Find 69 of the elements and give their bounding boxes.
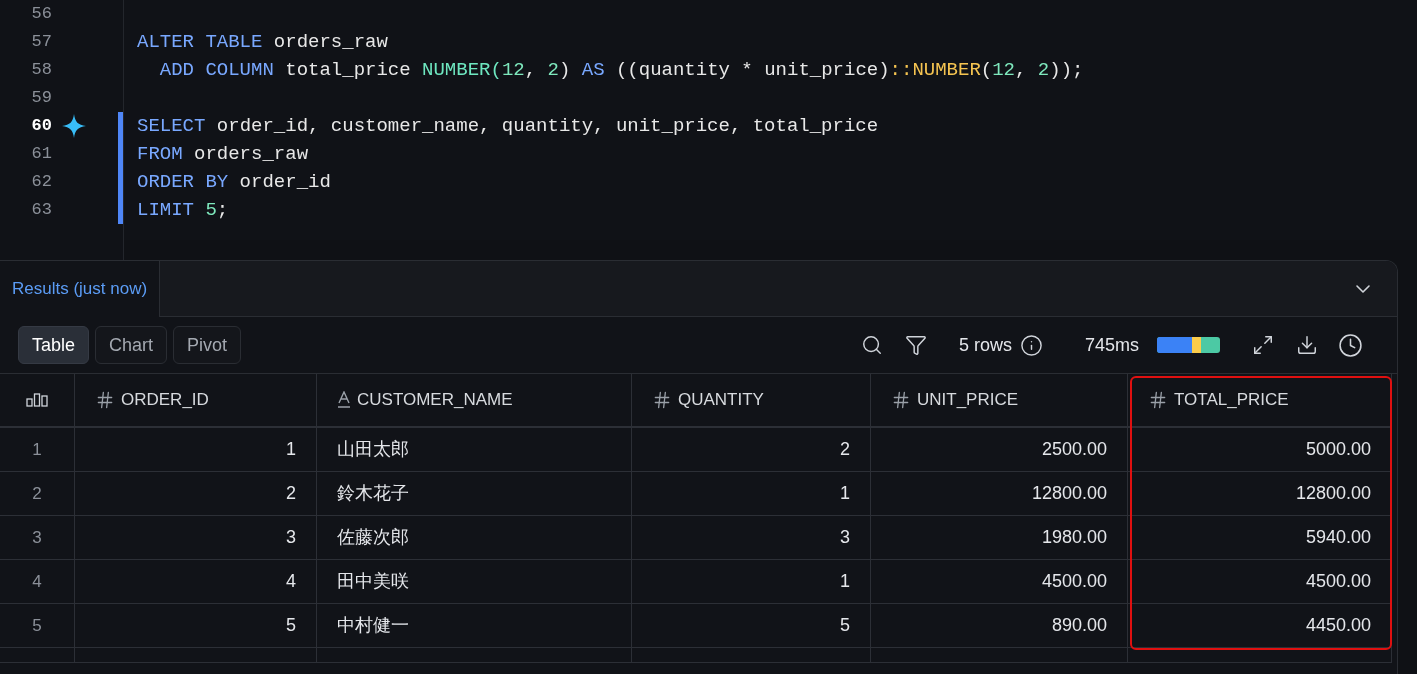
code-line: SELECT order_id, customer_name, quantity, unit_price, total_price [137,113,879,139]
download-icon[interactable] [1296,334,1318,356]
table-cell-text: 5000.00 [1305,438,1371,461]
table-cell-text: 2500.00 [1041,438,1107,461]
line-number: 62 [30,171,52,194]
view-tab[interactable]: Pivot [173,326,242,364]
results-tab[interactable]: Results (just now) [0,261,161,317]
table-cell-text: 1 [840,570,850,593]
column-stats-icon[interactable] [26,393,48,407]
table-cell-text: 4 [286,570,296,593]
line-number: 60 [30,115,52,138]
duration: 745ms [1084,333,1139,357]
table-cell-text: 2 [840,438,850,461]
row-number: 4 [32,570,42,593]
table-cell-text: 12800.00 [1295,482,1371,505]
code-line: ORDER BY order_id [137,169,331,195]
code-line: ADD COLUMN total_price NUMBER(12, 2) AS ((quantity * unit_price)::NUMBER(12, 2)); [158,57,1084,83]
table-cell-text: 890.00 [1051,614,1107,637]
table-cell-text: 5 [286,614,296,637]
table-cell-text: 田中美咲 [337,570,409,593]
info-icon[interactable] [1019,333,1043,357]
table-cell-text: 12800.00 [1031,482,1107,505]
search-icon[interactable] [860,334,883,356]
table-cell-text: 4500.00 [1041,570,1107,593]
line-number: 59 [30,87,52,110]
code-line: ALTER TABLE orders_raw [137,29,388,55]
hash-icon [652,390,672,410]
row-number: 3 [32,526,42,549]
column-header[interactable]: UNIT_PRICE [917,387,1019,413]
table-cell-text: 1 [286,438,296,461]
table-cell-text: 1 [840,482,850,505]
hash-icon [891,390,911,410]
column-header[interactable]: TOTAL_PRICE [1174,387,1289,413]
table-cell-text: 5940.00 [1305,526,1371,549]
line-number: 61 [30,143,52,166]
expand-icon[interactable] [1252,334,1274,356]
table-cell-text: 佐藤次郎 [337,526,409,549]
row-number: 2 [32,482,42,505]
column-header[interactable]: ORDER_ID [121,387,209,413]
table-cell-text: 5 [840,614,850,637]
hash-icon [95,390,115,410]
row-number: 5 [32,614,42,637]
row-number: 1 [32,438,42,461]
table-cell-text: 3 [840,526,850,549]
column-header[interactable]: QUANTITY [678,387,764,413]
table-cell-text: 山田太郎 [337,438,409,461]
text-type-icon [337,391,351,409]
sparkle-icon [62,114,86,138]
hash-icon [1148,390,1168,410]
row-count: 5 rows [958,333,1012,357]
line-number: 63 [30,199,52,222]
table-cell-text: 4500.00 [1305,570,1371,593]
line-number: 57 [30,31,52,54]
table-cell-text: 4450.00 [1305,614,1371,637]
filter-icon[interactable] [904,334,927,356]
view-tab[interactable]: Table [18,326,90,364]
view-tab[interactable]: Chart [95,326,168,364]
table-cell-text: 2 [286,482,296,505]
table-cell-text: 中村健一 [337,614,409,637]
table-cell-text: 鈴木花子 [337,482,409,505]
table-cell-text: 1980.00 [1041,526,1107,549]
line-number: 58 [30,59,52,82]
code-line: FROM orders_raw [137,141,309,167]
history-icon[interactable] [1338,332,1363,358]
code-line: LIMIT 5; [137,197,229,223]
column-header[interactable]: CUSTOMER_NAME [357,387,513,413]
line-number: 56 [30,3,52,26]
timing-bar-drawing [1157,337,1220,353]
table-cell-text: 3 [286,526,296,549]
